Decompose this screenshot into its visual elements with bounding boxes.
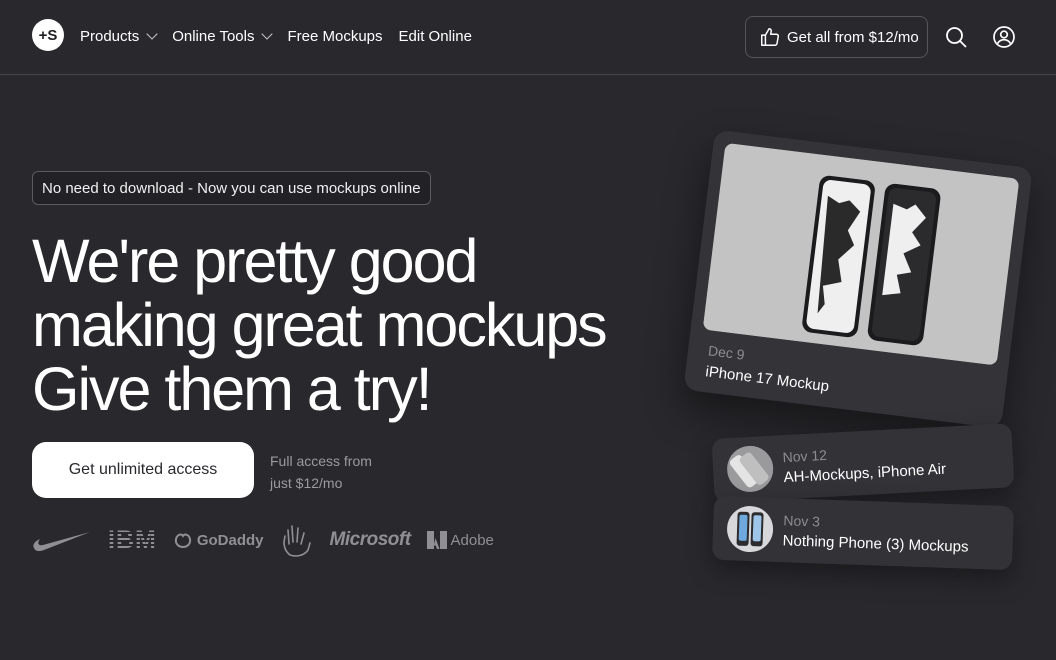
menu-item-label: Free Mockups xyxy=(287,28,383,45)
menu-item-products[interactable]: Products xyxy=(80,28,158,45)
item-thumbnail xyxy=(725,444,775,494)
adobe-wordmark: Adobe xyxy=(450,531,494,549)
headline-line: Give them a try! xyxy=(32,355,433,423)
nike-logo xyxy=(33,532,90,552)
subscribe-button[interactable]: Get all from $12/mo xyxy=(745,16,928,58)
microsoft-logo: Microsoft xyxy=(329,529,412,550)
get-unlimited-access-button[interactable]: Get unlimited access xyxy=(32,442,254,498)
hero-headline: We're pretty good making great mockups G… xyxy=(32,229,672,421)
item-title: Nothing Phone (3) Mockups xyxy=(782,531,969,556)
adobe-mark-icon xyxy=(426,531,447,549)
top-nav: +S Products Online Tools Free Mockups Ed… xyxy=(0,0,1056,75)
godaddy-logo: GoDaddy xyxy=(173,531,264,549)
brand-logo[interactable]: +S xyxy=(32,19,64,51)
announcement-pill: No need to download - Now you can use mo… xyxy=(32,171,431,205)
search-icon[interactable] xyxy=(944,25,968,49)
account-icon[interactable] xyxy=(992,25,1016,49)
menu-item-label: Online Tools xyxy=(172,28,255,45)
mockup-preview-image xyxy=(702,142,1020,366)
menu-item-online-tools[interactable]: Online Tools xyxy=(172,28,274,45)
item-date: Nov 3 xyxy=(783,511,821,529)
menu-item-edit-online[interactable]: Edit Online xyxy=(399,28,472,45)
subscribe-label: Get all from $12/mo xyxy=(787,28,919,46)
mockup-list-item[interactable]: Nov 3 Nothing Phone (3) Mockups xyxy=(711,495,1015,571)
mockup-card-main[interactable]: Dec 9 iPhone 17 Mockup xyxy=(683,129,1033,429)
pricing-note: Full access from just $12/mo xyxy=(270,450,372,494)
chevron-down-icon xyxy=(261,28,274,40)
pricing-note-line: just $12/mo xyxy=(270,475,343,491)
ibm-logo: IBM xyxy=(108,525,157,554)
godaddy-mark-icon xyxy=(174,533,191,549)
menu-item-label: Edit Online xyxy=(398,28,472,45)
thumbs-up-icon xyxy=(761,28,779,46)
item-thumbnail xyxy=(726,505,774,553)
menu-item-free-mockups[interactable]: Free Mockups xyxy=(287,28,382,45)
adobe-logo: Adobe xyxy=(426,531,494,549)
main-menu: Products Online Tools Free Mockups Edit … xyxy=(80,28,472,45)
item-title: AH-Mockups, iPhone Air xyxy=(783,460,947,486)
mockup-list-item[interactable]: Nov 12 AH-Mockups, iPhone Air xyxy=(711,423,1015,503)
pricing-note-line: Full access from xyxy=(270,453,372,469)
card-title: iPhone 17 Mockup xyxy=(704,363,830,396)
chevron-down-icon xyxy=(146,28,158,40)
hand-logo xyxy=(282,525,311,557)
godaddy-wordmark: GoDaddy xyxy=(196,531,264,549)
headline-line: making great mockups xyxy=(32,291,608,359)
iphone-mockup-illustration xyxy=(702,142,1020,366)
card-date: Dec 9 xyxy=(707,342,746,363)
brand-logos: IBM GoDaddy Microsoft Adobe xyxy=(32,522,494,558)
menu-item-label: Products xyxy=(80,28,140,45)
headline-line: We're pretty good xyxy=(32,227,478,295)
